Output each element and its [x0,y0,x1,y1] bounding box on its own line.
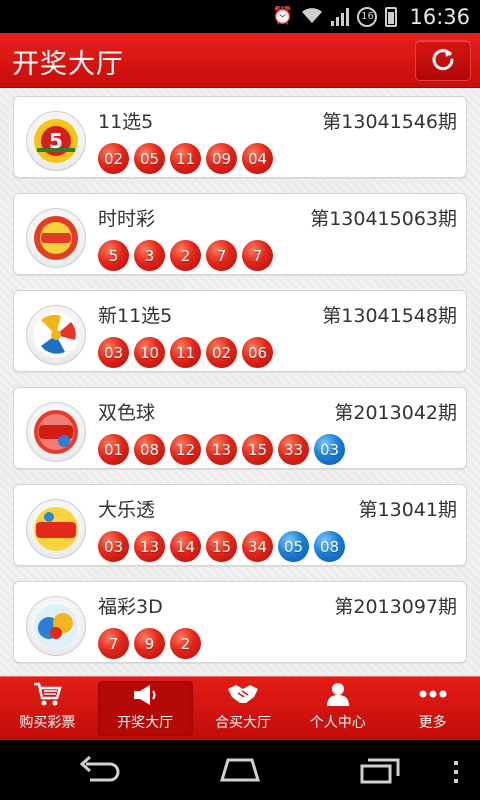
person-icon [324,680,352,708]
winning-numbers: 792 [98,628,201,659]
recent-apps-icon[interactable] [358,754,402,790]
red-ball: 12 [170,434,201,465]
red-ball: 33 [278,434,309,465]
red-ball: 08 [134,434,165,465]
red-ball: 15 [242,434,273,465]
status-clock: 16:36 [409,4,470,29]
blue-ball: 08 [314,531,345,562]
lottery-card[interactable]: 福彩3D 第2013097期 7 9 2 [13,581,467,663]
nav-item-handshake[interactable]: 合买大厅 [196,677,291,740]
lottery-card[interactable]: 新11选5 第13041548期 03 10 11 02 06 [13,290,467,372]
shuangseqiu-logo [26,402,86,462]
red-ball: 13 [206,434,237,465]
lottery-list: 5 11选5 第13041546期 02 05 11 09 04 时时彩 第130415063期 5… [0,88,480,676]
nav-item-more-dots[interactable]: 更多 [385,677,480,740]
winning-numbers: 03 13 14 15 34 05 08 [98,531,345,562]
refresh-button[interactable] [415,40,471,81]
menu-dots-icon[interactable] [452,760,460,788]
alarm-icon: ⏰ [272,6,294,26]
lottery-name: 大乐透 [98,499,156,521]
lottery-issue: 第13041546期 [322,111,457,133]
handshake-icon [226,680,260,708]
nav-label: 个人中心 [309,715,366,731]
status-bar: ⏰ 16 16:36 [0,0,480,33]
red-ball: 7 [242,240,273,271]
red-ball: 04 [242,143,273,174]
winning-numbers: 02 05 11 09 04 [98,143,273,174]
lottery-issue: 第13041期 [358,499,457,521]
fucai3d-logo [26,596,86,656]
blue-ball: 05 [278,531,309,562]
red-ball: 5 [98,240,129,271]
red-ball: 05 [134,143,165,174]
app-header: 开奖大厅 [0,33,480,88]
daletou-logo [26,499,86,559]
cart-icon [32,680,63,708]
lottery-card[interactable]: 双色球 第2013042期 01 08 12 13 15 33 03 [13,387,467,469]
shishicai-logo [26,208,86,268]
nav-item-person[interactable]: 个人中心 [290,677,385,740]
red-ball: 10 [134,337,165,368]
more-dots-icon [418,680,448,708]
refresh-icon [430,46,456,76]
red-ball: 13 [134,531,165,562]
lottery-name: 福彩3D [98,596,163,618]
nav-label: 合买大厅 [214,715,271,731]
battery-icon [385,6,398,27]
back-icon[interactable] [78,754,122,788]
lottery-name: 新11选5 [98,305,173,327]
red-ball: 9 [134,628,165,659]
nav-label: 购买彩票 [19,715,76,731]
11xuan5-logo: 5 [26,111,86,171]
winning-numbers: 01 08 12 13 15 33 03 [98,434,345,465]
red-ball: 11 [170,337,201,368]
winning-numbers: 03 10 11 02 06 [98,337,273,368]
red-ball: 02 [206,337,237,368]
wifi-icon [301,6,323,28]
red-ball: 15 [206,531,237,562]
nav-item-cart[interactable]: 购买彩票 [0,677,95,740]
megaphone-icon [130,681,160,708]
red-ball: 7 [206,240,237,271]
signal-icon [331,7,350,26]
winning-numbers: 53277 [98,240,273,271]
red-ball: 34 [242,531,273,562]
lottery-name: 时时彩 [98,208,156,230]
lottery-name: 11选5 [98,111,154,133]
red-ball: 14 [170,531,201,562]
lottery-card[interactable]: 大乐透 第13041期 03 13 14 15 34 05 08 [13,484,467,566]
xin11xuan5-logo [26,305,86,365]
red-ball: 7 [98,628,129,659]
lottery-issue: 第13041548期 [322,305,457,327]
red-ball: 03 [98,337,129,368]
system-nav-bar [0,740,480,800]
lottery-card[interactable]: 时时彩 第130415063期 5 3 2 7 7 [13,193,467,275]
red-ball: 11 [170,143,201,174]
red-ball: 2 [170,628,201,659]
nav-label: 开奖大厅 [117,715,174,731]
lottery-card[interactable]: 5 11选5 第13041546期 02 05 11 09 04 [13,96,467,178]
red-ball: 06 [242,337,273,368]
nav-item-megaphone[interactable]: 开奖大厅 [97,681,193,736]
lottery-issue: 第2013097期 [334,596,457,618]
nav-label: 更多 [418,715,447,731]
red-ball: 09 [206,143,237,174]
page-title: 开奖大厅 [12,49,124,80]
red-ball: 3 [134,240,165,271]
lottery-issue: 第130415063期 [310,208,457,230]
notification-badge: 16 [357,6,378,27]
red-ball: 02 [98,143,129,174]
red-ball: 01 [98,434,129,465]
blue-ball: 03 [314,434,345,465]
home-icon[interactable] [216,754,264,788]
bottom-nav: 购买彩票 开奖大厅 合买大厅 个人中心 更多 [0,676,480,740]
lottery-issue: 第2013042期 [334,402,457,424]
red-ball: 2 [170,240,201,271]
lottery-name: 双色球 [98,402,156,424]
red-ball: 03 [98,531,129,562]
